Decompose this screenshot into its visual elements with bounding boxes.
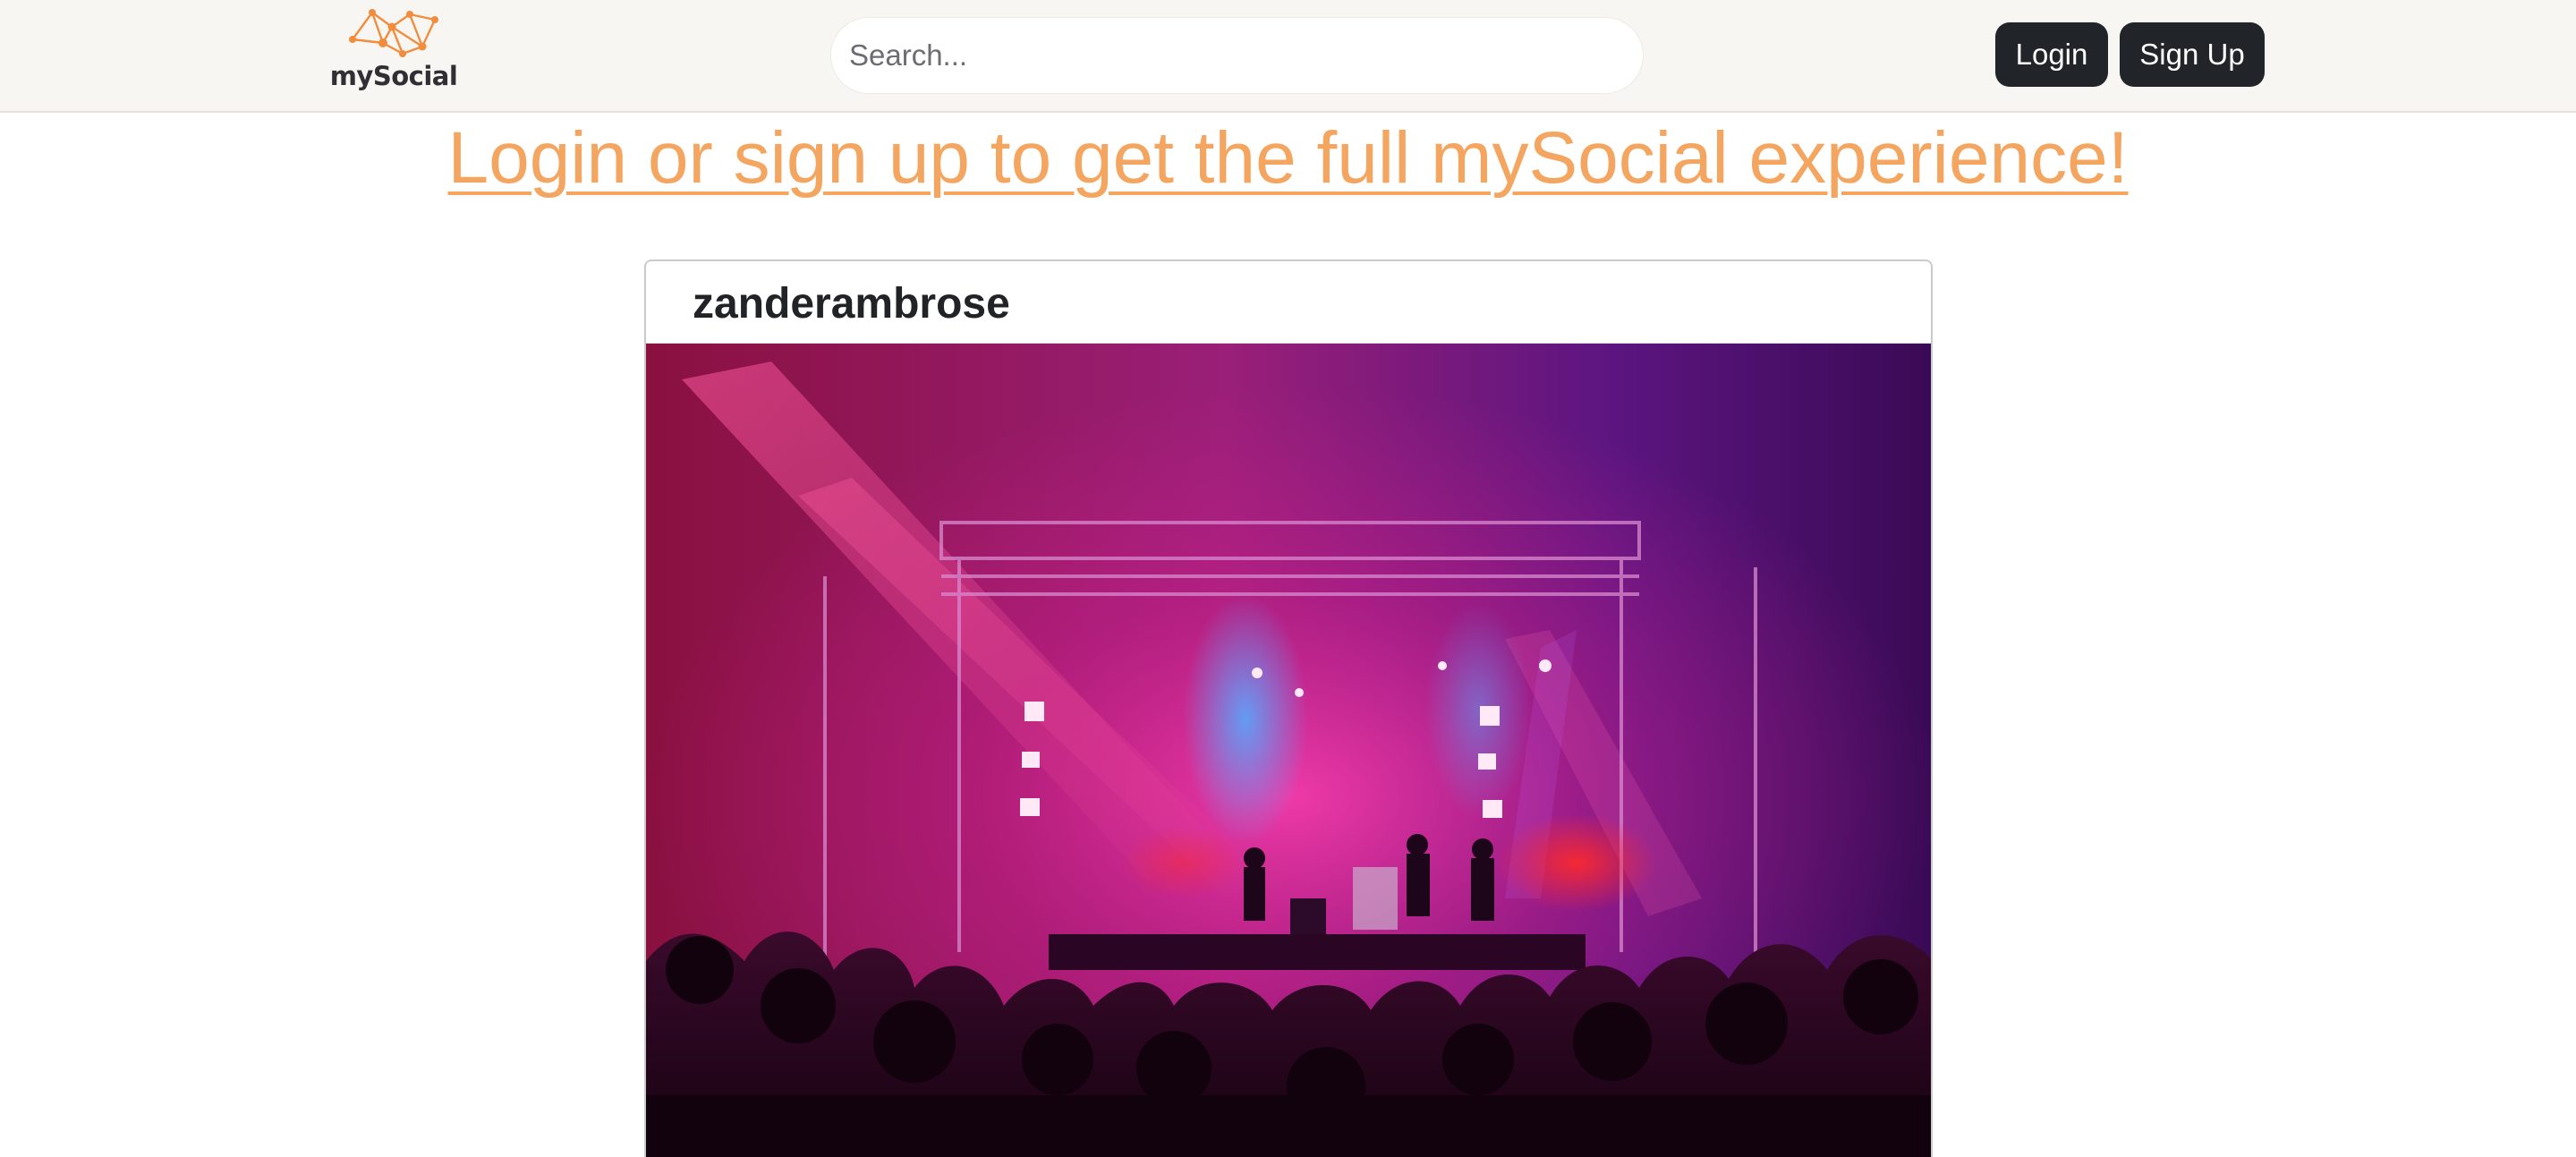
concert-stage-photo[interactable]	[646, 344, 1933, 1157]
brand-logo-link[interactable]: mySocial	[327, 7, 460, 97]
post-header: zanderambrose	[646, 261, 1931, 344]
post-card: zanderambrose	[644, 259, 1933, 1157]
login-signup-prompt-link[interactable]: Login or sign up to get the full mySocia…	[0, 116, 2576, 200]
search-input[interactable]	[831, 18, 1643, 93]
post-username[interactable]: zanderambrose	[693, 279, 1010, 328]
top-navbar: mySocial Login Sign Up	[0, 0, 2576, 113]
brand-name: mySocial	[329, 61, 458, 91]
network-nodes-icon	[349, 9, 438, 57]
sign-up-button[interactable]: Sign Up	[2120, 22, 2265, 87]
login-button[interactable]: Login	[1995, 22, 2108, 87]
